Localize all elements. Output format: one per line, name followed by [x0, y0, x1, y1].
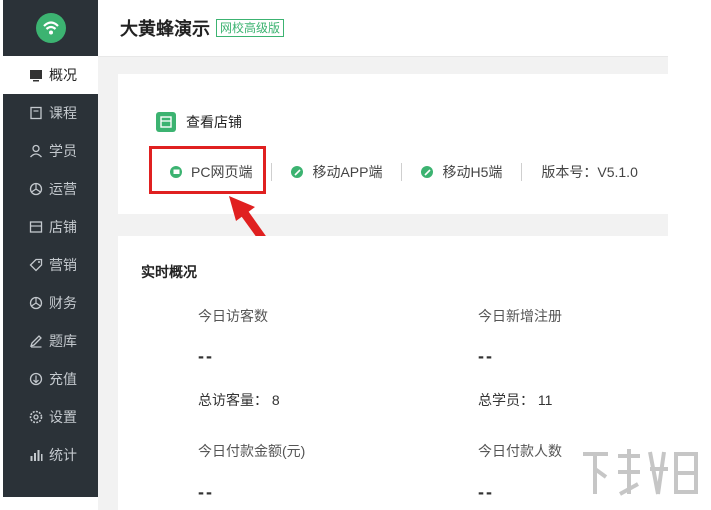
- sidebar-item-recharge[interactable]: 充值: [3, 360, 98, 398]
- watermark-logo: [583, 449, 698, 496]
- store-icon: [29, 220, 43, 234]
- sidebar-nav: 概况 课程 学员 运营 店铺 营销 财务 题库 充值 设置 统计: [3, 56, 98, 474]
- school-name: 大黄蜂演示: [120, 19, 210, 39]
- sidebar-item-marketing[interactable]: 营销: [3, 246, 98, 284]
- operation-icon: [29, 182, 43, 196]
- top-header: 大黄蜂演示 网校高级版: [98, 0, 668, 57]
- sidebar-item-overview[interactable]: 概况: [3, 56, 98, 94]
- visitors-today-label: 今日访客数: [198, 308, 268, 324]
- link-icon: [421, 166, 434, 178]
- sidebar: 概况 课程 学员 运营 店铺 营销 财务 题库 充值 设置 统计: [3, 0, 98, 497]
- pen-icon: [29, 334, 43, 348]
- sidebar-item-label: 营销: [49, 257, 77, 273]
- sidebar-item-finance[interactable]: 财务: [3, 284, 98, 322]
- new-registrations-label: 今日新增注册: [478, 308, 562, 324]
- payment-amount-value: --: [198, 482, 214, 502]
- divider: [521, 163, 523, 181]
- payment-amount-label: 今日付款金额(元): [198, 443, 306, 459]
- sidebar-item-operation[interactable]: 运营: [3, 170, 98, 208]
- total-students: 总学员： 11: [478, 392, 553, 408]
- edition-badge: 网校高级版: [216, 19, 285, 37]
- recharge-icon: [29, 372, 43, 386]
- link-icon: [291, 166, 304, 178]
- mobile-h5-link[interactable]: 移动H5端: [421, 162, 502, 182]
- mobile-app-link[interactable]: 移动APP端: [291, 162, 382, 182]
- user-icon: [29, 144, 43, 158]
- mobile-app-label: 移动APP端: [312, 164, 383, 180]
- sidebar-item-course[interactable]: 课程: [3, 94, 98, 132]
- section-title: 实时概况: [141, 264, 197, 280]
- sidebar-item-question-bank[interactable]: 题库: [3, 322, 98, 360]
- total-visits: 总访客量： 8: [198, 392, 280, 408]
- dashboard-icon: [29, 68, 43, 82]
- view-store-link[interactable]: 查看店铺: [156, 112, 242, 132]
- logo-icon[interactable]: [35, 13, 66, 43]
- finance-icon: [29, 296, 43, 310]
- sidebar-item-label: 统计: [49, 447, 77, 463]
- sidebar-item-label: 运营: [49, 181, 77, 197]
- new-registrations-value: --: [478, 346, 494, 366]
- payers-value: --: [478, 482, 494, 502]
- store-icon: [156, 112, 176, 132]
- payers-label: 今日付款人数: [478, 443, 562, 459]
- sidebar-item-label: 设置: [49, 409, 77, 425]
- sidebar-item-label: 充值: [49, 371, 77, 387]
- sidebar-item-store[interactable]: 店铺: [3, 208, 98, 246]
- highlight-box: [149, 146, 266, 194]
- sidebar-item-label: 学员: [49, 143, 77, 159]
- chart-icon: [29, 448, 43, 462]
- visitors-today-value: --: [198, 346, 214, 366]
- sidebar-item-settings[interactable]: 设置: [3, 398, 98, 436]
- tag-icon: [29, 258, 43, 272]
- divider: [401, 163, 403, 181]
- view-store-label: 查看店铺: [186, 114, 242, 130]
- sidebar-item-students[interactable]: 学员: [3, 132, 98, 170]
- sidebar-item-label: 店铺: [49, 219, 77, 235]
- divider: [271, 163, 273, 181]
- course-icon: [29, 106, 43, 120]
- logo-area: [3, 0, 98, 56]
- sidebar-item-label: 题库: [49, 333, 77, 349]
- sidebar-item-label: 课程: [49, 105, 77, 121]
- gear-icon: [29, 410, 43, 424]
- version-label: 版本号：V5.1.0: [541, 164, 638, 180]
- sidebar-item-label: 概况: [49, 67, 77, 83]
- sidebar-item-statistics[interactable]: 统计: [3, 436, 98, 474]
- sidebar-item-label: 财务: [49, 295, 77, 311]
- mobile-h5-label: 移动H5端: [442, 164, 503, 180]
